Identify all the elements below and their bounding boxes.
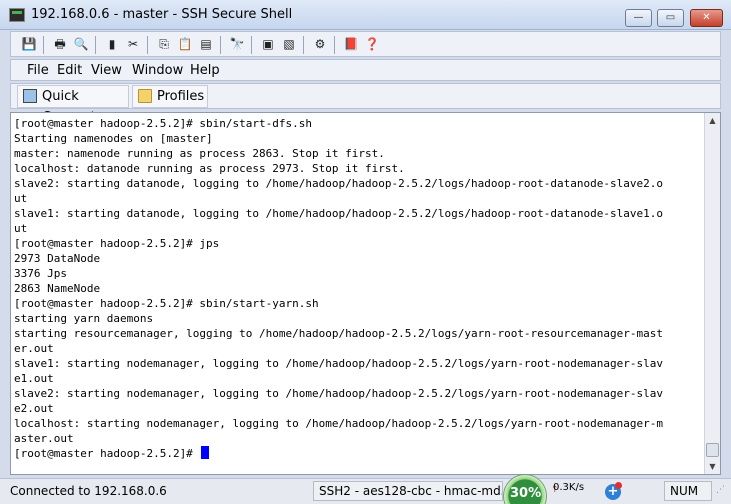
folder-icon [138, 89, 152, 103]
context-help-icon[interactable]: ❓ [363, 36, 381, 53]
terminal-line: slave2: starting datanode, logging to /h… [14, 177, 664, 190]
reconnect-icon[interactable]: ▮ [103, 36, 121, 53]
file-transfer-icon[interactable]: ▧ [280, 36, 298, 53]
help-book-icon[interactable]: 📕 [342, 36, 360, 53]
profiles-label: Profiles [157, 89, 205, 104]
paste-icon[interactable]: 📋 [176, 36, 194, 53]
save-icon[interactable]: 💾 [20, 36, 38, 53]
terminal-line: aster.out [14, 432, 74, 445]
num-lock-status: NUM [664, 481, 712, 501]
terminal-line: starting yarn daemons [14, 312, 154, 325]
menu-bar: File Edit View Window Help [10, 59, 721, 81]
menu-window[interactable]: Window [132, 63, 183, 78]
disconnect-icon[interactable]: ✂ [124, 36, 142, 53]
paste-selection-icon[interactable]: ▤ [197, 36, 215, 53]
new-terminal-icon[interactable]: ▣ [259, 36, 277, 53]
find-icon[interactable]: 🔭 [228, 36, 246, 53]
terminal-line: e2.out [14, 402, 54, 415]
settings-icon[interactable]: ⚙ [311, 36, 329, 53]
print-icon[interactable]: 🖶 [51, 36, 69, 53]
window-title: 192.168.0.6 - master - SSH Secure Shell [31, 7, 293, 22]
terminal-line: starting resourcemanager, logging to /ho… [14, 327, 664, 340]
resize-grip-icon[interactable]: ⋰ [716, 484, 728, 496]
terminal-line: 3376 Jps [14, 267, 67, 280]
terminal-prompt: [root@master hadoop-2.5.2]# [14, 447, 200, 460]
menu-file[interactable]: File [27, 63, 49, 78]
terminal-line: er.out [14, 342, 54, 355]
network-monitor-widget[interactable]: 30% ↑ 0.3K/s + [503, 474, 625, 504]
scroll-up-arrow-icon[interactable]: ▲ [705, 113, 720, 128]
quick-connect-bar: Quick Connect Profiles [10, 83, 721, 125]
terminal-line: 2973 DataNode [14, 252, 101, 265]
scroll-down-arrow-icon[interactable]: ▼ [705, 459, 720, 474]
maximize-button[interactable]: ▭ [657, 9, 684, 27]
terminal-output: [root@master hadoop-2.5.2]# sbin/start-d… [14, 116, 704, 461]
toolbar: 💾 🖶 🔍 ▮ ✂ ⎘ 📋 ▤ 🔭 ▣ ▧ ⚙ 📕 ❓ [10, 31, 721, 57]
terminal-prompt-line: [root@master hadoop-2.5.2]# [14, 446, 704, 461]
terminal-area[interactable]: [root@master hadoop-2.5.2]# sbin/start-d… [10, 112, 721, 475]
terminal-line: ut [14, 222, 28, 235]
terminal-line: [root@master hadoop-2.5.2]# jps [14, 237, 220, 250]
terminal-line: master: namenode running as process 2863… [14, 147, 385, 160]
terminal-line: localhost: datanode running as process 2… [14, 162, 405, 175]
quick-connect-button[interactable]: Quick Connect [17, 85, 129, 125]
network-speed: 0.3K/s [553, 482, 585, 493]
terminal-line: e1.out [14, 372, 54, 385]
title-bar: 192.168.0.6 - master - SSH Secure Shell … [0, 0, 731, 30]
print-preview-icon[interactable]: 🔍 [72, 36, 90, 53]
toolbar-separator [43, 36, 44, 54]
profiles-button[interactable]: Profiles [132, 85, 208, 108]
minimize-button[interactable]: — [625, 9, 652, 27]
close-button[interactable]: ✕ [690, 9, 723, 27]
text-cursor [201, 446, 210, 459]
terminal-line: localhost: starting nodemanager, logging… [14, 417, 664, 430]
toolbar-separator [334, 36, 335, 54]
terminal-line: [root@master hadoop-2.5.2]# sbin/start-y… [14, 297, 319, 310]
terminal-line: Starting namenodes on [master] [14, 132, 213, 145]
ssh-terminal-icon [9, 8, 25, 22]
terminal-line: slave2: starting nodemanager, logging to… [14, 387, 664, 400]
toolbar-separator [147, 36, 148, 54]
toolbar-separator [220, 36, 221, 54]
terminal-line: 2863 NameNode [14, 282, 101, 295]
terminal-line: ut [14, 192, 28, 205]
toolbar-separator [303, 36, 304, 54]
toolbar-separator [95, 36, 96, 54]
menu-help[interactable]: Help [190, 63, 220, 78]
connection-status: Connected to 192.168.0.6 [10, 484, 167, 498]
copy-icon[interactable]: ⎘ [155, 36, 173, 53]
network-percent: 30% [510, 486, 542, 501]
terminal-line: [root@master hadoop-2.5.2]# sbin/start-d… [14, 117, 313, 130]
toolbar-separator [251, 36, 252, 54]
menu-view[interactable]: View [91, 63, 122, 78]
computer-icon [23, 89, 37, 103]
scrollbar-thumb[interactable] [706, 443, 719, 457]
cipher-status: SSH2 - aes128-cbc - hmac-md5 [313, 481, 503, 501]
notification-dot-icon [615, 482, 622, 489]
terminal-line: slave1: starting datanode, logging to /h… [14, 207, 664, 220]
vertical-scrollbar[interactable]: ▲ ▼ [704, 113, 720, 474]
terminal-line: slave1: starting nodemanager, logging to… [14, 357, 664, 370]
menu-edit[interactable]: Edit [57, 63, 82, 78]
